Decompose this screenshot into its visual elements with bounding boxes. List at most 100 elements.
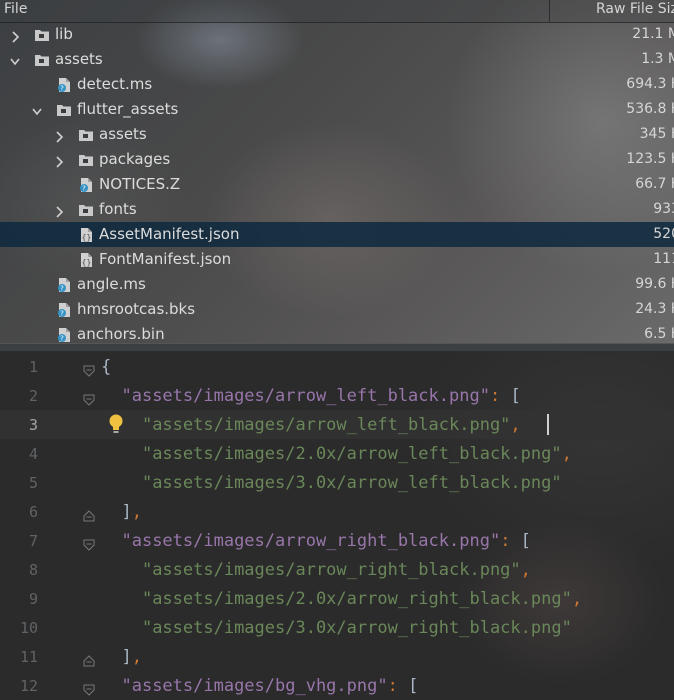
- tree-item-size: 345 K: [639, 126, 674, 142]
- chevron-down-icon[interactable]: [32, 103, 42, 116]
- punctuation-token: ,: [571, 589, 583, 609]
- folder-icon: [78, 152, 94, 168]
- tree-row[interactable]: ? detect.ms 694.3 K: [0, 72, 674, 97]
- tree-row[interactable]: ? anchors.bin 6.5 K: [0, 322, 674, 343]
- tree-item-name: assets: [55, 50, 103, 68]
- tree-item-size: 536.8 K: [626, 101, 674, 117]
- code-line[interactable]: "assets/images/3.0x/arrow_left_black.png…: [101, 469, 562, 498]
- folder-icon: [78, 202, 94, 218]
- fold-marker-icon[interactable]: [83, 681, 95, 696]
- tree-row[interactable]: {} AssetManifest.json 520: [0, 222, 674, 247]
- tree-row[interactable]: flutter_assets 536.8 K: [0, 97, 674, 122]
- column-header-raw-file-size[interactable]: Raw File Size: [596, 0, 674, 18]
- unknown-file-icon: ?: [56, 77, 72, 93]
- json-string-token: "assets/images/2.0x/arrow_left_black.png…: [141, 444, 562, 464]
- chevron-right-icon[interactable]: [54, 128, 64, 143]
- tree-item-size: 123.5 K: [626, 151, 674, 167]
- bracket-token: [101, 618, 142, 638]
- unknown-file-icon: ?: [56, 327, 72, 343]
- fold-marker-icon[interactable]: [83, 507, 95, 522]
- json-string-token: "assets/images/arrow_right_black.png": [141, 560, 521, 580]
- tree-item-size: 66.7 K: [635, 176, 674, 192]
- tree-row[interactable]: {} FontManifest.json 111: [0, 247, 674, 272]
- code-line[interactable]: "assets/images/arrow_left_black.png",: [101, 411, 521, 440]
- code-line[interactable]: "assets/images/2.0x/arrow_right_black.pn…: [101, 585, 582, 614]
- code-line[interactable]: "assets/images/arrow_left_black.png": [: [101, 382, 520, 411]
- code-editor[interactable]: 1 2 3 4 5 6 7 8 9 10 11 12 { "assets/images/arrow_l…: [0, 351, 674, 700]
- tree-row[interactable]: ? hmsrootcas.bks 24.3 K: [0, 297, 674, 322]
- tree-item-name: packages: [99, 150, 171, 168]
- tree-item-name: lib: [55, 25, 73, 43]
- chevron-right-icon[interactable]: [54, 203, 64, 218]
- bracket-token: [101, 676, 121, 696]
- punctuation-token: ,: [131, 647, 142, 667]
- tree-item-name: anchors.bin: [77, 325, 165, 343]
- punctuation-token: ,: [520, 560, 531, 580]
- fold-marker-icon[interactable]: [83, 391, 95, 406]
- bracket-token: ]: [121, 647, 132, 667]
- tree-item-name: AssetManifest.json: [99, 225, 240, 243]
- tree-item-size: 6.5 K: [644, 326, 674, 342]
- json-string-token: "assets/images/arrow_left_black.png": [141, 415, 511, 435]
- fold-marker-icon[interactable]: [83, 362, 95, 377]
- folder-icon: [56, 102, 72, 118]
- json-string-token: "assets/images/2.0x/arrow_right_black.pn…: [141, 589, 572, 609]
- chevron-down-icon[interactable]: [10, 53, 20, 66]
- fold-marker-icon[interactable]: [83, 652, 95, 667]
- tree-row[interactable]: ? angle.ms 99.6 K: [0, 272, 674, 297]
- line-number: 2: [28, 387, 38, 405]
- bracket-token: [: [408, 676, 419, 696]
- code-line[interactable]: "assets/images/arrow_right_black.png": [: [101, 527, 531, 556]
- json-string-token: "assets/images/3.0x/arrow_right_black.pn…: [141, 618, 572, 638]
- line-number: 3: [28, 416, 38, 434]
- code-line[interactable]: "assets/images/arrow_right_black.png",: [101, 556, 531, 585]
- tree-item-name: detect.ms: [77, 75, 153, 93]
- punctuation-token: ,: [131, 502, 142, 522]
- chevron-right-icon[interactable]: [54, 153, 64, 168]
- code-line[interactable]: "assets/images/3.0x/arrow_right_black.pn…: [101, 614, 572, 643]
- code-line[interactable]: "assets/images/2.0x/arrow_left_black.png…: [101, 440, 572, 469]
- code-line[interactable]: ],: [101, 643, 142, 672]
- line-number: 11: [19, 648, 38, 666]
- json-file-icon: {}: [78, 227, 94, 243]
- folder-icon: [78, 127, 94, 143]
- code-line[interactable]: ],: [101, 498, 142, 527]
- tree-header: File Raw File Size: [0, 0, 674, 23]
- unknown-file-icon: ?: [78, 177, 94, 193]
- bracket-token: {: [101, 357, 112, 377]
- line-number: 4: [28, 445, 38, 463]
- tree-row[interactable]: packages 123.5 K: [0, 147, 674, 172]
- tree-row[interactable]: ? NOTICES.Z 66.7 K: [0, 172, 674, 197]
- bracket-token: [101, 444, 142, 464]
- json-file-icon: {}: [78, 252, 94, 268]
- tree-row[interactable]: assets 345 K: [0, 122, 674, 147]
- tree-item-size: 933: [653, 201, 674, 217]
- tree-item-size: 24.3 K: [635, 301, 674, 317]
- line-number: 5: [28, 474, 38, 492]
- unknown-file-icon: ?: [56, 302, 72, 318]
- chevron-right-icon[interactable]: [10, 28, 20, 43]
- bracket-token: [101, 531, 121, 551]
- column-header-file[interactable]: File: [4, 0, 27, 18]
- tree-item-size: 21.1 M: [632, 26, 674, 42]
- svg-text:?: ?: [60, 285, 64, 293]
- bracket-token: ]: [121, 502, 132, 522]
- tree-row[interactable]: assets 1.3 M: [0, 47, 674, 72]
- fold-marker-icon[interactable]: [83, 536, 95, 551]
- tree-item-size: 694.3 K: [626, 76, 674, 92]
- line-number: 9: [28, 590, 38, 608]
- lightbulb-icon[interactable]: [107, 413, 125, 435]
- svg-text:{}: {}: [82, 233, 92, 242]
- bracket-token: [: [520, 531, 531, 551]
- code-line[interactable]: {: [101, 353, 111, 382]
- folder-icon: [34, 27, 50, 43]
- tree-row[interactable]: fonts 933: [0, 197, 674, 222]
- column-divider[interactable]: [549, 0, 550, 22]
- tree-item-name: FontManifest.json: [99, 250, 232, 268]
- tree-item-name: hmsrootcas.bks: [77, 300, 196, 318]
- line-number: 10: [19, 619, 38, 637]
- code-line[interactable]: "assets/images/bg_vhg.png": [: [101, 672, 418, 700]
- tree-row[interactable]: lib 21.1 M: [0, 22, 674, 47]
- editor-gutter: 1 2 3 4 5 6 7 8 9 10 11 12: [0, 351, 100, 700]
- tree-item-name: flutter_assets: [77, 100, 179, 118]
